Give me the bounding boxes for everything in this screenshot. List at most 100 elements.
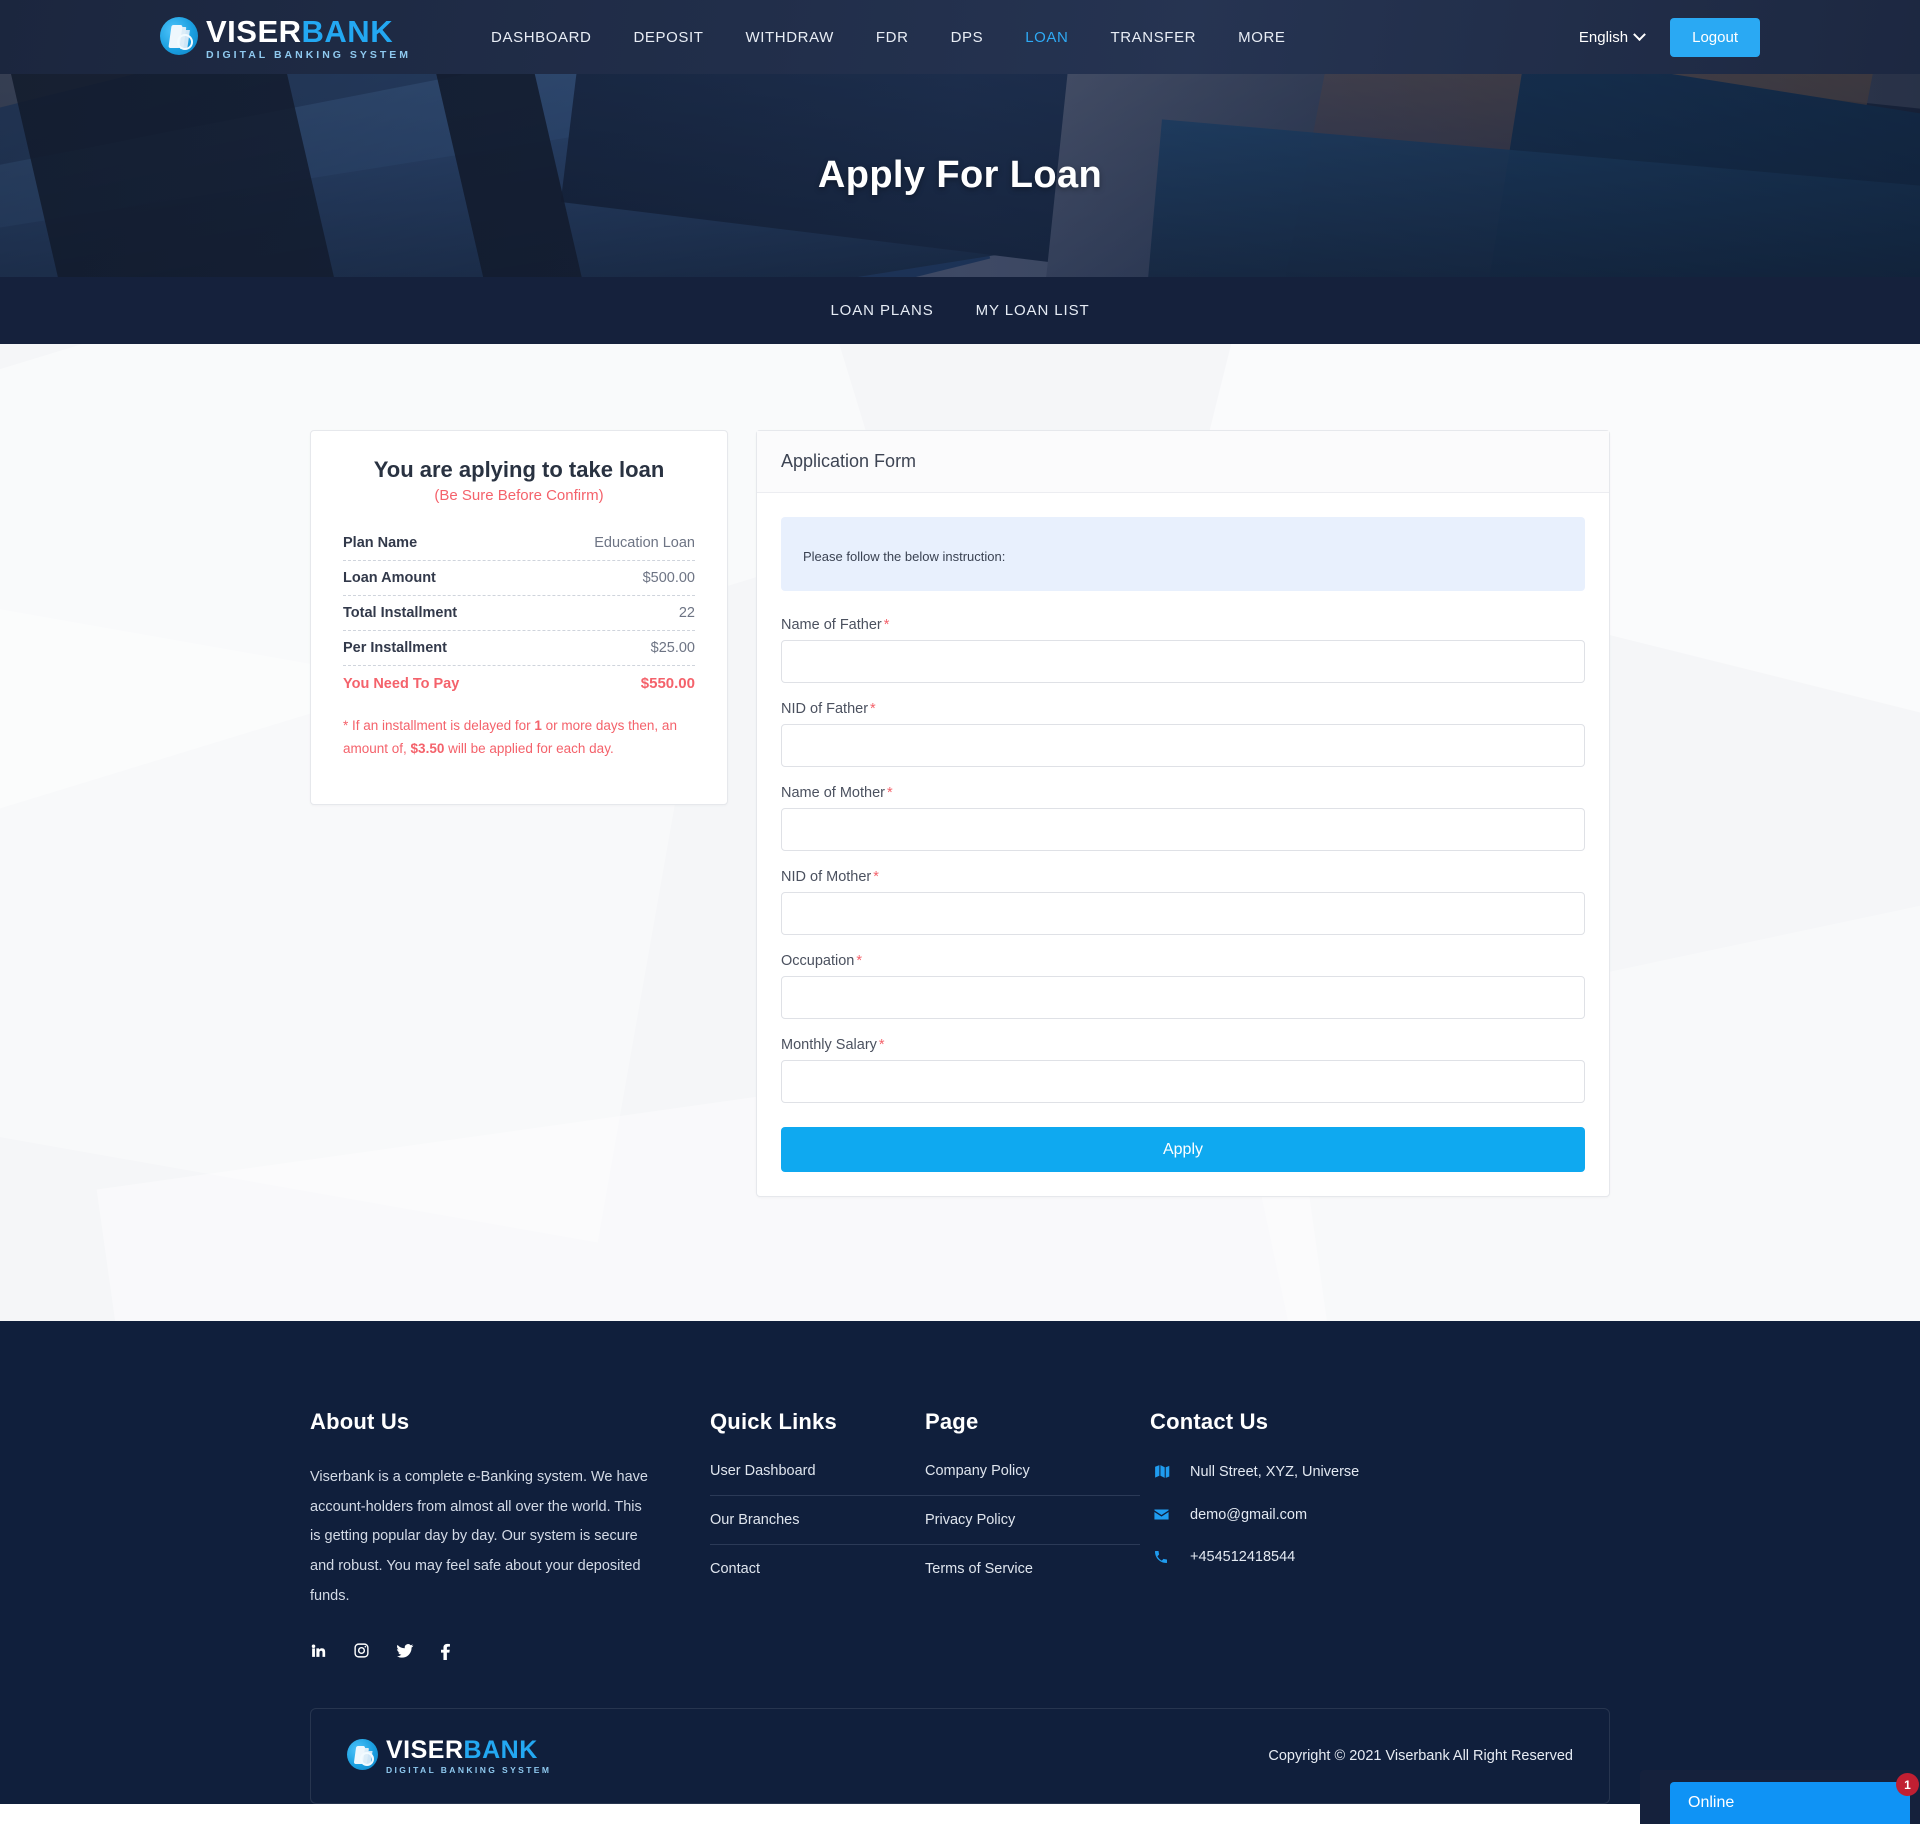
field-name-of-mother: Name of Mother *	[781, 785, 1585, 851]
chat-unread-badge: 1	[1896, 1773, 1919, 1796]
footer-page-column: Page Company Policy Privacy Policy Terms…	[925, 1409, 1140, 1660]
contact-row-phone: +454512418544	[1150, 1549, 1610, 1565]
twitter-icon[interactable]	[396, 1642, 414, 1660]
field-nid-of-mother: NID of Mother *	[781, 869, 1585, 935]
footer-link-terms-of-service[interactable]: Terms of Service	[925, 1544, 1140, 1593]
contact-address-text: Null Street, XYZ, Universe	[1190, 1463, 1360, 1480]
brand-word-2: BANK	[301, 13, 394, 49]
footer-link-company-policy[interactable]: Company Policy	[925, 1463, 1140, 1495]
nav-item-deposit[interactable]: DEPOSIT	[633, 29, 703, 46]
subnav-item-loan-plans[interactable]: LOAN PLANS	[830, 302, 933, 319]
footer-contact-column: Contact Us Null Street, XYZ, Universe de…	[1140, 1409, 1610, 1660]
application-form-heading: Application Form	[757, 431, 1609, 493]
contact-row-address: Null Street, XYZ, Universe	[1150, 1463, 1610, 1480]
instruction-colon: :	[1001, 549, 1006, 564]
page-title: Apply For Loan	[817, 154, 1103, 196]
brand-mark-icon	[347, 1739, 378, 1771]
footer-brand-logo[interactable]: VISERBANK DIGITAL BANKING SYSTEM	[347, 1736, 551, 1775]
brand-mark-icon	[160, 16, 198, 55]
apply-button[interactable]: Apply	[781, 1127, 1585, 1172]
summary-key: Loan Amount	[343, 570, 436, 586]
nav-item-loan[interactable]: LOAN	[1025, 29, 1068, 46]
instruction-banner: Please follow the below instruction:	[781, 517, 1585, 591]
note-prefix: * If an installment is delayed for	[343, 718, 535, 733]
required-marker: *	[883, 617, 890, 633]
required-marker: *	[886, 785, 893, 801]
footer-brand-tagline: DIGITAL BANKING SYSTEM	[386, 1765, 552, 1776]
nav-item-dps[interactable]: DPS	[951, 29, 984, 46]
chat-online-button[interactable]: Online 1	[1670, 1773, 1919, 1824]
footer-about-text: Viserbank is a complete e-Banking system…	[310, 1469, 648, 1604]
note-days: 1	[534, 718, 542, 733]
summary-value: $500.00	[642, 570, 695, 586]
occupation-input[interactable]	[781, 976, 1585, 1019]
application-form-card: Application Form Please follow the below…	[756, 430, 1610, 1197]
nid-of-mother-input[interactable]	[781, 892, 1585, 935]
footer-quick-links-column: Quick Links User Dashboard Our Branches …	[710, 1409, 925, 1660]
loan-summary-title: You are aplying to take loan	[373, 457, 665, 482]
contact-phone-text: +454512418544	[1190, 1549, 1296, 1565]
footer-brand-word-2: BANK	[463, 1736, 538, 1765]
site-footer: About Us Viserbank is a complete e-Banki…	[0, 1321, 1920, 1804]
footer-about-column: About Us Viserbank is a complete e-Banki…	[310, 1409, 710, 1660]
field-occupation: Occupation *	[781, 953, 1585, 1019]
chevron-down-icon	[1633, 27, 1646, 41]
contact-email-text: demo@gmail.com	[1190, 1506, 1308, 1523]
required-marker: *	[856, 953, 863, 969]
label-nid-of-mother: NID of Mother *	[781, 869, 879, 885]
note-amount: $3.50	[410, 740, 445, 756]
facebook-icon[interactable]	[440, 1642, 451, 1660]
loan-summary-card: You are aplying to take loan (Be Sure Be…	[310, 430, 728, 806]
name-of-mother-input[interactable]	[781, 808, 1585, 851]
label-name-of-father: Name of Father *	[781, 617, 890, 633]
label-occupation: Occupation *	[781, 953, 863, 969]
brand-logo[interactable]: VISERBANK DIGITAL BANKING SYSTEM	[160, 14, 411, 61]
page-banner: Apply For Loan	[0, 74, 1920, 277]
footer-link-contact[interactable]: Contact	[710, 1544, 925, 1593]
name-of-father-input[interactable]	[781, 640, 1585, 683]
footer-bottom-bar: VISERBANK DIGITAL BANKING SYSTEM Copyrig…	[310, 1707, 1610, 1804]
footer-contact-heading: Contact Us	[1150, 1409, 1269, 1434]
nav-item-transfer[interactable]: TRANSFER	[1110, 29, 1196, 46]
nav-item-withdraw[interactable]: WITHDRAW	[746, 29, 834, 46]
summary-value: Education Loan	[594, 535, 695, 551]
field-monthly-salary: Monthly Salary *	[781, 1037, 1585, 1103]
summary-key: Plan Name	[343, 535, 418, 551]
nav-item-fdr[interactable]: FDR	[876, 29, 909, 46]
required-marker: *	[878, 1037, 885, 1053]
language-label: English	[1578, 28, 1629, 46]
summary-total-value: $550.00	[640, 675, 695, 692]
footer-link-user-dashboard[interactable]: User Dashboard	[710, 1463, 925, 1495]
footer-link-privacy-policy[interactable]: Privacy Policy	[925, 1495, 1140, 1544]
chat-widget: Online 1	[1640, 1770, 1920, 1824]
monthly-salary-input[interactable]	[781, 1060, 1585, 1103]
language-selector[interactable]: English	[1578, 27, 1646, 46]
instagram-icon[interactable]	[353, 1642, 370, 1660]
map-icon	[1150, 1463, 1172, 1480]
footer-link-our-branches[interactable]: Our Branches	[710, 1495, 925, 1544]
footer-quick-heading: Quick Links	[710, 1409, 837, 1434]
secondary-nav: LOAN PLANS MY LOAN LIST	[0, 277, 1920, 344]
footer-page-heading: Page	[925, 1409, 979, 1434]
summary-row-per-installment: Per Installment $25.00	[343, 631, 695, 666]
loan-summary-subtitle: (Be Sure Before Confirm)	[434, 487, 604, 504]
label-nid-of-father: NID of Father *	[781, 701, 876, 717]
subnav-item-my-loan-list[interactable]: MY LOAN LIST	[976, 302, 1090, 319]
label-monthly-salary: Monthly Salary *	[781, 1037, 885, 1053]
note-suffix: will be applied for each day.	[444, 740, 614, 756]
primary-nav: DASHBOARD DEPOSIT WITHDRAW FDR DPS LOAN …	[491, 29, 1285, 46]
summary-row-you-need-to-pay: You Need To Pay $550.00	[343, 666, 695, 701]
nav-item-dashboard[interactable]: DASHBOARD	[491, 29, 591, 46]
linkedin-icon[interactable]	[310, 1642, 327, 1660]
nav-item-more[interactable]: MORE	[1238, 29, 1285, 46]
nid-of-father-input[interactable]	[781, 724, 1585, 767]
logout-button[interactable]: Logout	[1670, 17, 1760, 57]
instruction-text: Please follow the below instruction	[803, 549, 1002, 564]
field-name-of-father: Name of Father *	[781, 617, 1585, 683]
summary-value: $25.00	[650, 640, 695, 656]
footer-about-heading: About Us	[310, 1409, 410, 1434]
footer-brand-word-1: VISER	[386, 1736, 464, 1765]
brand-word-1: VISER	[206, 13, 302, 49]
field-nid-of-father: NID of Father *	[781, 701, 1585, 767]
chat-status-label: Online	[1688, 1794, 1735, 1811]
